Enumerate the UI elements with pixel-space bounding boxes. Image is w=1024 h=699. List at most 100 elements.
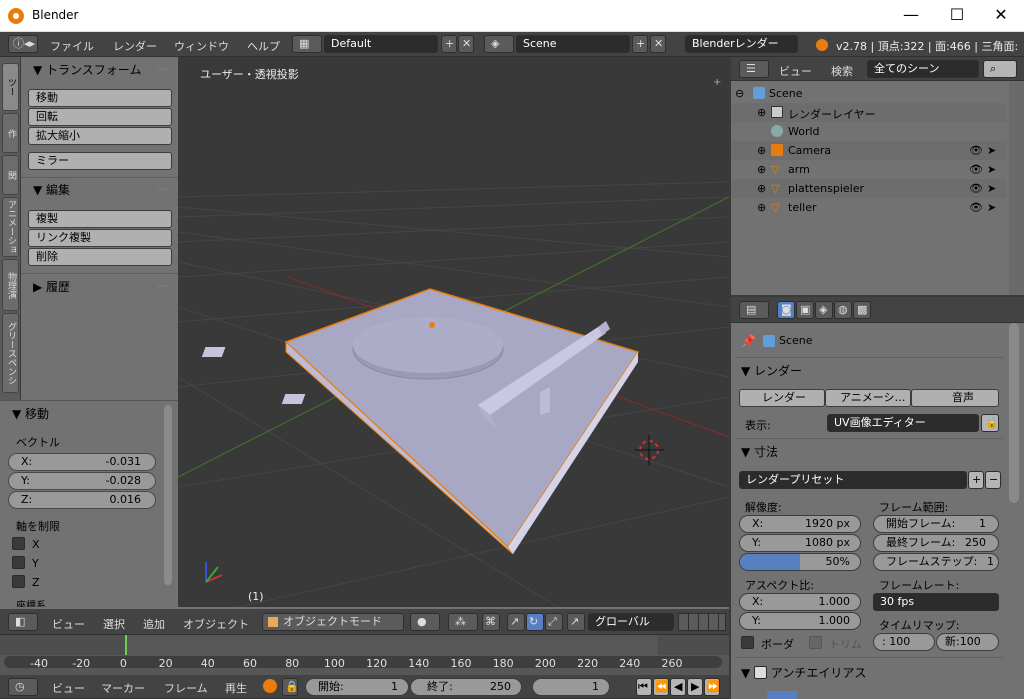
viewport-shading-select[interactable]: ● ◂ [410, 613, 440, 644]
translate-manipulator-icon[interactable]: ↗ [507, 613, 525, 631]
expand-icon[interactable]: ⊕ [757, 144, 766, 157]
scene-browse-icon[interactable]: ◈ [484, 35, 514, 53]
turntable-model[interactable] [201, 288, 640, 555]
outliner-row-camera[interactable]: ⊕ Camera 👁 ➤ [731, 141, 1006, 160]
editor-type-info-icon[interactable]: ⓘ◂▸ [8, 35, 38, 53]
drag-handle-icon[interactable]: ⋯ [157, 282, 167, 292]
maximize-button[interactable]: ☐ [934, 0, 980, 32]
history-panel-title[interactable]: ▶ 履歴 [33, 278, 70, 295]
outliner-scrollbar[interactable] [1009, 81, 1024, 295]
scale-button[interactable]: 拡大縮小 [28, 127, 172, 145]
render-panel-title[interactable]: ▼ レンダー [741, 362, 802, 379]
interaction-mode-select[interactable]: オブジェクトモード [262, 613, 404, 631]
outliner-row-world[interactable]: World [731, 122, 1006, 141]
visibility-eye-icon[interactable]: 👁 [969, 182, 983, 195]
outliner-row-plattenspieler[interactable]: ⊕ ▽ plattenspieler 👁 ➤ [731, 179, 1006, 198]
scene-name-field[interactable]: Scene [516, 35, 630, 53]
aspect-y-field[interactable]: Y: 1.000 [739, 612, 861, 630]
expand-icon[interactable]: ⊕ [757, 163, 766, 176]
operator-title[interactable]: ▼ 移動 [12, 405, 49, 422]
outliner-search-icon[interactable]: ⌕ [983, 60, 1017, 78]
viewport-menu-view[interactable]: ビュー [52, 616, 85, 632]
border-checkbox[interactable] [741, 636, 754, 649]
jump-start-icon[interactable]: ⏮ [636, 678, 652, 696]
tab-physics[interactable]: 物理演 [2, 259, 19, 311]
timeline-menu-marker[interactable]: マーカー [101, 680, 145, 696]
tab-create[interactable]: 作 [2, 113, 19, 153]
end-frame-field[interactable]: 終了: 250 [410, 678, 522, 696]
properties-editor-type-icon[interactable]: ▤ [739, 301, 769, 319]
constraint-x-checkbox[interactable] [12, 537, 25, 550]
use-preview-range-icon[interactable] [263, 679, 277, 693]
remap-old-field[interactable]: : 100 [873, 633, 935, 651]
transform-panel-title[interactable]: ▼ トランスフォーム [33, 61, 141, 78]
duplicate-button[interactable]: 複製 [28, 210, 172, 228]
pivot-point-select[interactable]: ⁂ [448, 613, 478, 631]
expand-properties-icon[interactable]: + [713, 77, 725, 89]
layer-buttons[interactable] [678, 613, 726, 631]
tab-grease-pencil[interactable]: グリースペンシ [2, 313, 19, 393]
vector-z-field[interactable]: Z: 0.016 [8, 491, 156, 509]
outliner-row-teller[interactable]: ⊕ ▽ teller 👁 ➤ [731, 198, 1006, 217]
vector-y-field[interactable]: Y: -0.028 [8, 472, 156, 490]
world-context-icon[interactable]: ◍ [834, 301, 852, 319]
expand-icon[interactable]: ⊕ [757, 106, 766, 119]
outliner-display-mode-select[interactable]: 全てのシーン [867, 60, 979, 78]
panel-scrollbar[interactable] [164, 405, 172, 585]
end-frame-field[interactable]: 最終フレーム: 250 [873, 534, 999, 552]
render-image-button[interactable]: レンダー [739, 389, 825, 407]
expand-icon[interactable]: ⊕ [757, 182, 766, 195]
remap-new-field[interactable]: 新:100 [936, 633, 999, 651]
render-animation-button[interactable]: アニメーシ… [825, 389, 911, 407]
antialiasing-sample-selected[interactable] [767, 691, 797, 699]
select-cursor-icon[interactable]: ➤ [987, 201, 996, 214]
jump-keyframe-forward-icon[interactable]: ⏩ [704, 678, 720, 696]
preset-add-icon[interactable]: + [968, 471, 984, 489]
preset-remove-icon[interactable]: − [985, 471, 1001, 489]
delete-button[interactable]: 削除 [28, 248, 172, 266]
antialiasing-checkbox[interactable] [754, 666, 768, 679]
texture-context-icon[interactable]: ▩ [853, 301, 871, 319]
close-button[interactable]: ✕ [978, 0, 1024, 32]
duplicate-linked-button[interactable]: リンク複製 [28, 229, 172, 247]
rotate-manipulator-icon[interactable]: ↻ [526, 613, 544, 631]
select-cursor-icon[interactable]: ➤ [987, 144, 996, 157]
outliner-editor-type-icon[interactable]: ☰ [739, 60, 769, 78]
select-cursor-icon[interactable]: ➤ [987, 182, 996, 195]
aspect-x-field[interactable]: X: 1.000 [739, 593, 861, 611]
render-audio-button[interactable]: 音声 [911, 389, 999, 407]
viewport-menu-add[interactable]: 追加 [143, 616, 165, 632]
select-cursor-icon[interactable]: ➤ [987, 163, 996, 176]
display-mode-select[interactable]: UV画像エディター [827, 414, 979, 432]
layout-remove-icon[interactable]: ✕ [458, 35, 474, 53]
tab-relations[interactable]: 関 [2, 155, 19, 195]
properties-scrollbar[interactable] [1009, 323, 1019, 503]
viewport-editor-type-icon[interactable]: ◧ [8, 613, 38, 631]
constraint-y-checkbox[interactable] [12, 556, 25, 569]
minimize-button[interactable]: — [888, 0, 934, 32]
vector-x-field[interactable]: X: -0.031 [8, 453, 156, 471]
menu-window[interactable]: ウィンドウ [174, 38, 229, 54]
rotate-button[interactable]: 回転 [28, 108, 172, 126]
timeline-editor-type-icon[interactable]: ◷ [8, 678, 38, 696]
outliner-menu-view[interactable]: ビュー [779, 63, 812, 79]
frame-step-field[interactable]: フレームステップ: 1 [873, 553, 999, 571]
transform-orientation-select[interactable]: グローバル [588, 613, 674, 631]
visibility-eye-icon[interactable]: 👁 [969, 163, 983, 176]
scale-manipulator-icon[interactable]: ⤢ [545, 613, 563, 631]
resolution-percentage-slider[interactable]: 50% [739, 553, 861, 571]
layout-name-field[interactable]: Default [324, 35, 438, 53]
outliner-row-render-layers[interactable]: ⊕ レンダーレイヤー [731, 103, 1006, 122]
render-engine-select[interactable]: Blenderレンダー [685, 35, 798, 53]
render-context-icon[interactable]: ◙ [777, 301, 795, 319]
collapse-icon[interactable]: ⊖ [735, 87, 744, 100]
drag-handle-icon[interactable]: ⋯ [157, 65, 167, 75]
jump-keyframe-back-icon[interactable]: ⏪ [653, 678, 669, 696]
outliner-row-scene[interactable]: ⊖ Scene [731, 84, 1006, 103]
tab-animation[interactable]: アニメーショ [2, 197, 19, 257]
current-frame-field[interactable]: 1 [532, 678, 610, 696]
play-reverse-icon[interactable]: ◀ [670, 678, 686, 696]
antialiasing-panel-title[interactable]: ▼ アンチエイリアス [741, 664, 866, 681]
play-icon[interactable]: ▶ [687, 678, 703, 696]
tab-tools[interactable]: ツー [2, 63, 19, 111]
